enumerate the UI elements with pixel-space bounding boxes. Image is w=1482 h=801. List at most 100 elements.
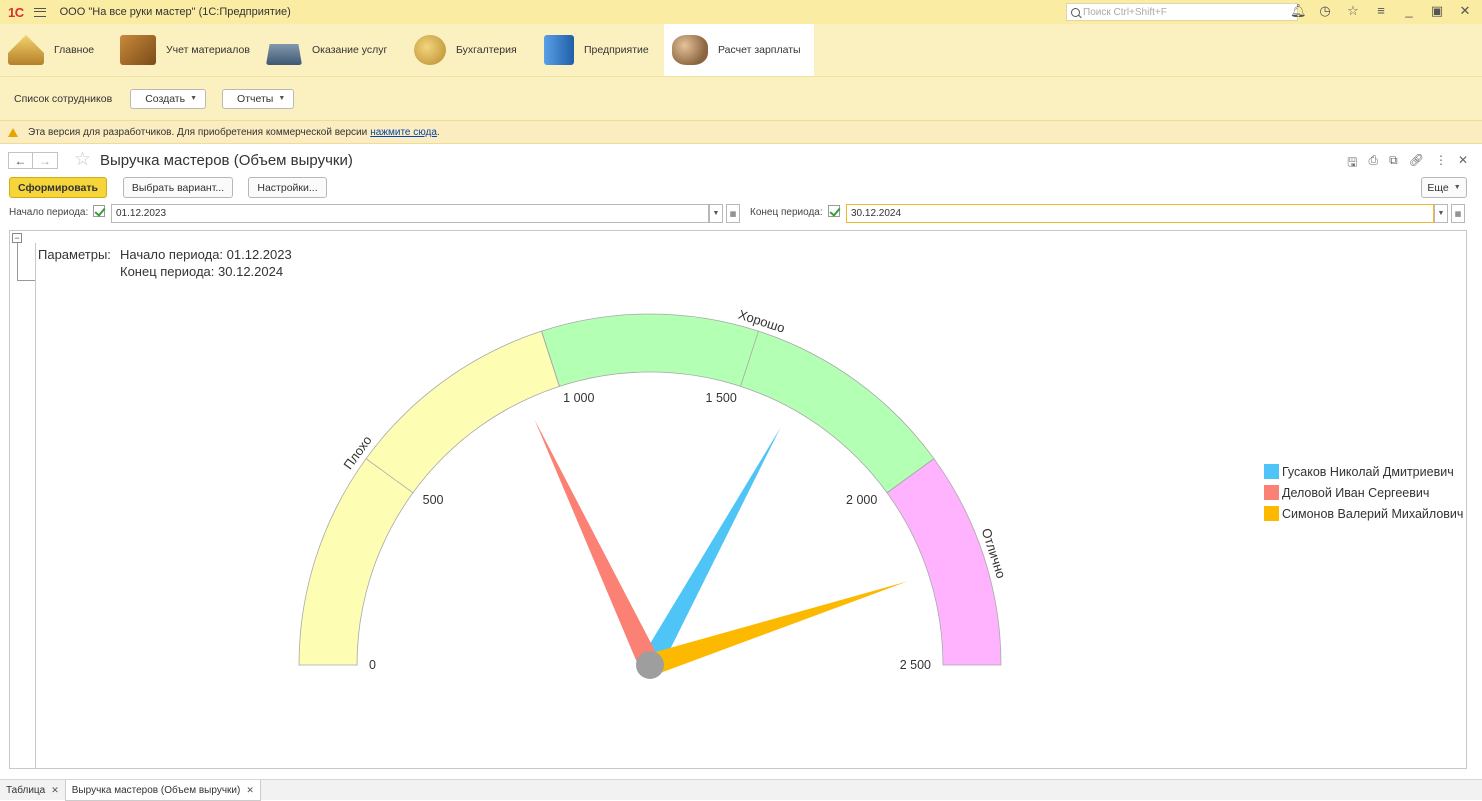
start-period-checkbox[interactable] [93, 205, 105, 217]
building-icon [544, 35, 574, 65]
section-label: Расчет зарплаты [718, 44, 801, 56]
gauge-needle [534, 419, 660, 670]
settings-menu-icon[interactable]: ≡ [1374, 3, 1388, 19]
1c-logo-icon[interactable]: 1С [8, 5, 24, 20]
coins-icon [414, 35, 446, 65]
favorites-star-icon[interactable]: ☆ [1346, 3, 1360, 19]
gauge-chart: ПлохоХорошоОтлично05001 000 1 5002 0002 5… [298, 307, 1009, 679]
tick-label: 1 500 [706, 391, 737, 405]
section-services[interactable]: Оказание услуг [258, 24, 406, 76]
tab-table[interactable]: Таблица ✕ [0, 780, 65, 801]
section-label: Предприятие [584, 44, 649, 56]
more-vertical-icon[interactable]: ⋮ [1435, 153, 1447, 174]
start-period-label: Начало периода: [9, 207, 89, 218]
people-icon [672, 35, 708, 65]
end-period-checkbox[interactable] [828, 205, 840, 217]
section-main[interactable]: Главное [0, 24, 112, 76]
choose-variant-button[interactable]: Выбрать вариант... [123, 177, 233, 198]
tick-label: 0 [369, 658, 376, 672]
title-toolbar: 🔔︎ ◷ ☆ ≡ _ ▣ ✕ [1290, 3, 1472, 19]
chevron-down-icon: ▼ [190, 95, 198, 102]
employees-list-link[interactable]: Список сотрудников [14, 93, 112, 105]
command-bar: Список сотрудников Создать ▼ Отчеты ▼ [0, 76, 1482, 120]
search-icon [1071, 7, 1080, 17]
section-label: Оказание услуг [312, 44, 388, 56]
back-arrow-icon[interactable]: ← [8, 152, 33, 169]
preview-icon[interactable]: ⧉ [1389, 153, 1398, 174]
page-title: Выручка мастеров (Объем выручки) [100, 152, 353, 169]
end-dropdown-icon[interactable]: ▼ [1434, 204, 1448, 223]
create-label: Создать [145, 92, 186, 105]
end-period-field[interactable]: 30.12.2024 [846, 204, 1434, 223]
link-icon[interactable]: 🔗︎ [1409, 153, 1424, 174]
warning-icon [8, 127, 18, 137]
end-period-label: Конец периода: [750, 207, 823, 218]
more-button[interactable]: Еще ▼ [1421, 177, 1467, 198]
close-form-icon[interactable]: ✕ [1458, 153, 1468, 174]
settings-button[interactable]: Настройки... [248, 177, 327, 198]
section-label: Учет материалов [166, 44, 250, 56]
warning-text: Эта версия для разработчиков. Для приобр… [28, 126, 368, 138]
generate-button[interactable]: Сформировать [9, 177, 107, 198]
legend-item: Деловой Иван Сергеевич [1264, 482, 1463, 503]
close-tab-icon[interactable]: ✕ [51, 785, 59, 796]
section-enterprise[interactable]: Предприятие [536, 24, 664, 76]
start-dropdown-icon[interactable]: ▼ [709, 204, 723, 223]
chevron-down-icon: ▼ [1453, 184, 1461, 191]
search-placeholder: Поиск Ctrl+Shift+F [1083, 6, 1167, 18]
purchase-link[interactable]: нажмите сюда [370, 127, 437, 138]
warning-suffix: . [436, 126, 440, 138]
tab-label: Выручка мастеров (Объем выручки) [71, 784, 241, 796]
restore-icon[interactable]: ▣ [1430, 3, 1444, 19]
section-payroll[interactable]: Расчет зарплаты [664, 24, 814, 76]
tick-label: 1 000 [563, 391, 594, 405]
legend-label: Симонов Валерий Михайлович [1282, 506, 1464, 521]
report-area: − Параметры: Начало периода: 01.12.2023 … [9, 230, 1467, 769]
gauge-band [886, 458, 1002, 666]
minimize-icon[interactable]: _ [1402, 3, 1416, 19]
print-icon[interactable]: ⎙ [1369, 153, 1379, 174]
tab-revenue-report[interactable]: Выручка мастеров (Объем выручки) ✕ [64, 780, 261, 801]
main-menu-icon[interactable] [33, 7, 46, 17]
create-button[interactable]: Создать ▼ [130, 88, 207, 109]
title-bar: 1С ООО "На все руки мастер" (1С:Предприя… [0, 0, 1482, 24]
tick-label: 500 [423, 493, 444, 507]
end-calendar-icon[interactable]: ▦ [1451, 204, 1465, 223]
save-icon[interactable]: 🖫︎ [1347, 153, 1357, 174]
home-icon [8, 35, 44, 65]
start-calendar-icon[interactable]: ▦ [726, 204, 740, 223]
open-windows-bar: Таблица ✕ Выручка мастеров (Объем выручк… [0, 779, 1482, 801]
forward-arrow-icon[interactable]: → [33, 152, 58, 169]
legend-swatch [1264, 464, 1279, 479]
legend-label: Гусаков Николай Дмитриевич [1282, 464, 1454, 479]
tab-label: Таблица [6, 785, 46, 796]
section-materials[interactable]: Учет материалов [112, 24, 258, 76]
section-accounting[interactable]: Бухгалтерия [406, 24, 536, 76]
chevron-down-icon: ▼ [278, 95, 286, 102]
legend-swatch [1264, 485, 1279, 500]
close-tab-icon[interactable]: ✕ [246, 785, 254, 796]
tick-label: 2 000 [846, 493, 877, 507]
sections-panel: Главное Учет материалов Оказание услуг Б… [0, 24, 1482, 76]
reports-button[interactable]: Отчеты ▼ [222, 88, 295, 109]
section-label: Бухгалтерия [456, 44, 517, 56]
reports-label: Отчеты [237, 92, 274, 105]
bell-icon[interactable]: 🔔︎ [1290, 3, 1307, 19]
needle-hub [636, 651, 664, 679]
favorite-star-icon[interactable]: ☆ [74, 148, 91, 171]
form-toolbar: 🖫︎ ⎙ ⧉ 🔗︎ ⋮ ✕ [1347, 153, 1468, 174]
legend-swatch [1264, 506, 1279, 521]
close-icon[interactable]: ✕ [1458, 3, 1472, 19]
search-input[interactable]: Поиск Ctrl+Shift+F [1066, 3, 1298, 21]
legend-item: Гусаков Николай Дмитриевич [1264, 461, 1463, 482]
cash-register-icon [266, 44, 302, 65]
developer-warning-bar: Эта версия для разработчиков. Для приобр… [0, 120, 1482, 144]
more-label: Еще [1427, 181, 1449, 194]
navigation-buttons: ← → [8, 152, 58, 169]
chart-legend: Гусаков Николай Дмитриевич Деловой Иван … [1264, 461, 1463, 524]
start-period-field[interactable]: 01.12.2023 [111, 204, 709, 223]
boxes-icon [120, 35, 156, 65]
tick-label: 2 500 [900, 658, 931, 672]
legend-item: Симонов Валерий Михайлович [1264, 503, 1463, 524]
history-icon[interactable]: ◷ [1318, 3, 1332, 19]
